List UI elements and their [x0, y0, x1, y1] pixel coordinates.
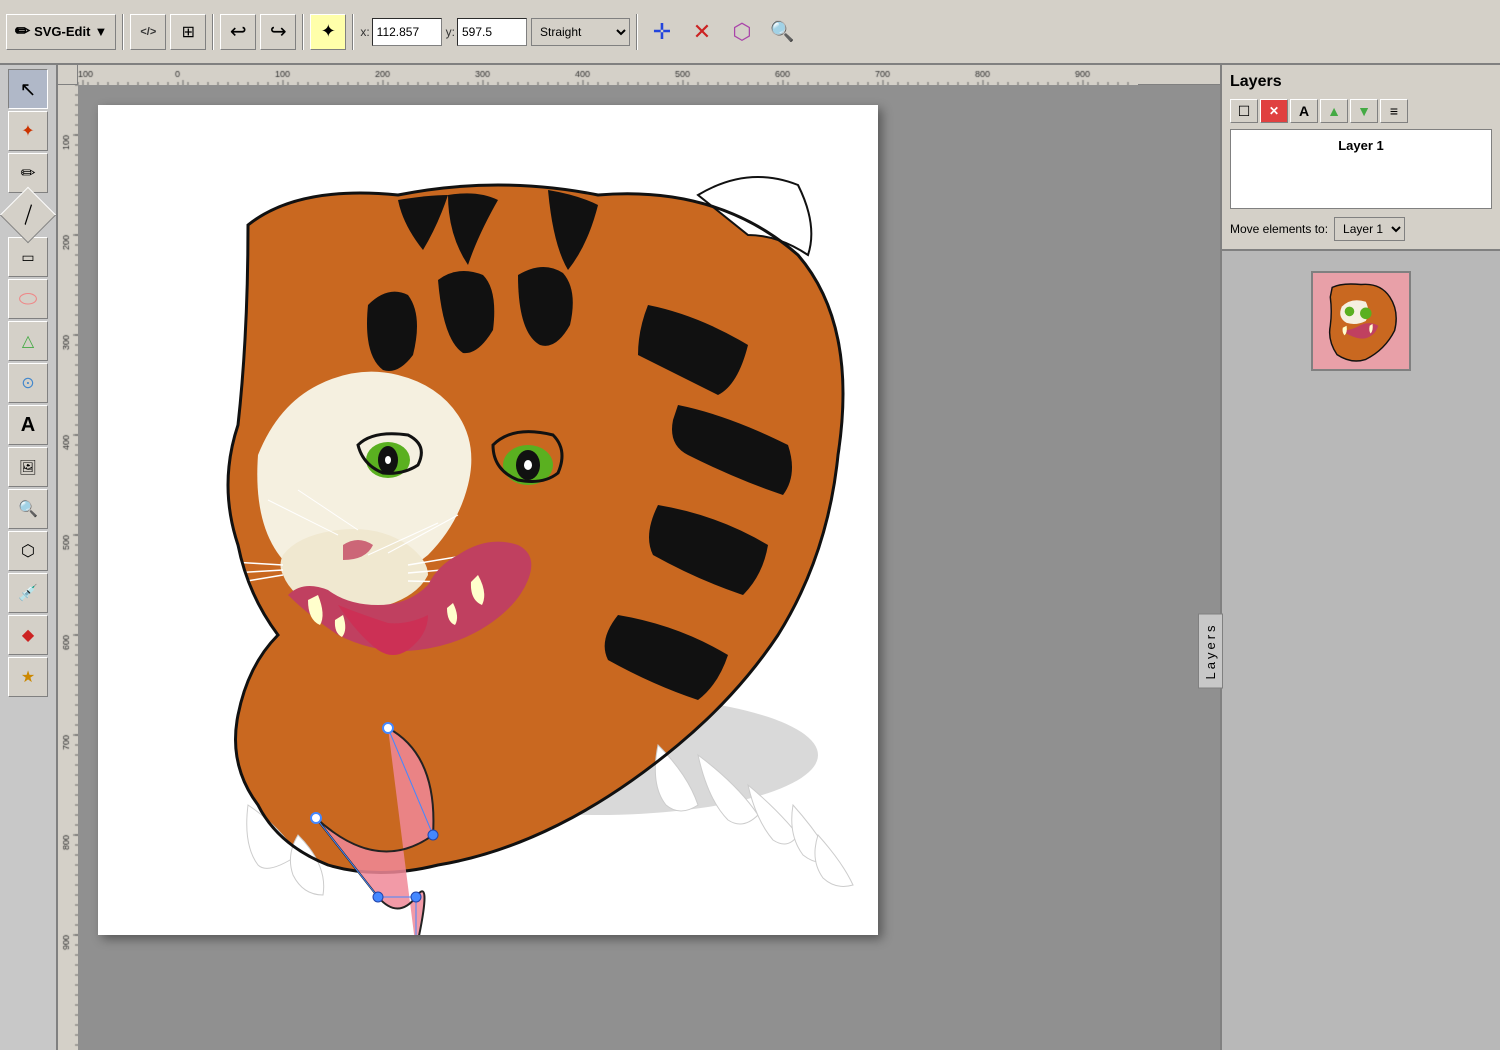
ruler-v-canvas [58, 85, 78, 1050]
ruler-h-canvas [78, 65, 1138, 85]
y-label: y: [446, 25, 455, 39]
canvas-bg [98, 105, 1148, 1050]
delete-layer-button[interactable]: ✕ [1260, 99, 1288, 123]
ellipse-tool-button[interactable]: ⬭ [8, 279, 48, 319]
horizontal-ruler [78, 65, 1220, 85]
canvas-settings-button[interactable]: ⊞ [170, 14, 206, 50]
delete-node-button[interactable]: ✕ [684, 14, 720, 50]
layers-title: Layers [1230, 73, 1492, 91]
layer-1-label: Layer 1 [1338, 138, 1384, 153]
svg-edit-arrow: ▼ [94, 24, 107, 39]
image-tool-button[interactable]: 🖼 [8, 447, 48, 487]
separator-2 [212, 14, 214, 50]
layers-side-tab[interactable]: Layers [1198, 613, 1223, 688]
move-elements-row: Move elements to: Layer 1 [1230, 217, 1492, 241]
canvas-wrapper [58, 65, 1220, 1050]
drawing-canvas[interactable] [98, 105, 878, 935]
node-edit-tool-button[interactable]: ✦ [8, 111, 48, 151]
cylinder-tool-button[interactable]: ⊙ [8, 363, 48, 403]
right-panel: Layers ☐ ✕ A ▲ ▼ ≡ Layer 1 Move elements… [1220, 65, 1500, 1050]
thumbnail-area [1222, 251, 1500, 391]
tiger-svg [98, 105, 878, 935]
layer-thumbnail [1311, 271, 1411, 371]
separator-1 [122, 14, 124, 50]
line-tool-button[interactable]: ╲ [0, 187, 56, 244]
move-layer-up-button[interactable]: ▲ [1320, 99, 1348, 123]
text-tool-button[interactable]: A [8, 405, 48, 445]
move-elements-label: Move elements to: [1230, 222, 1328, 236]
node-tool-button[interactable]: ✦ [310, 14, 346, 50]
left-toolbar: ↖ ✦ ✏ ╲ ▭ ⬭ △ ⊙ A 🖼 🔍 ⬡ 💉 ◆ ★ [0, 65, 58, 1050]
canvas-container[interactable] [78, 85, 1220, 1050]
zoom-fit-button[interactable]: 🔍 [764, 14, 800, 50]
polygon-tool-button[interactable]: ⬡ [8, 531, 48, 571]
x-label: x: [360, 25, 369, 39]
star-tool-button[interactable]: ★ [8, 657, 48, 697]
redo-button[interactable]: ↪ [260, 14, 296, 50]
main-toolbar: ✏ SVG-Edit ▼ </> ⊞ ↩ ↪ ✦ x: y: Straight … [0, 0, 1500, 65]
tiger-eye-shine-right [524, 460, 532, 470]
move-elements-select[interactable]: Layer 1 [1334, 217, 1405, 241]
xml-editor-button[interactable]: </> [130, 14, 166, 50]
rename-layer-button[interactable]: A [1290, 99, 1318, 123]
layer-1-item[interactable]: Layer 1 [1230, 129, 1492, 209]
separator-5 [636, 14, 638, 50]
layer-menu-button[interactable]: ≡ [1380, 99, 1408, 123]
undo-button[interactable]: ↩ [220, 14, 256, 50]
path-tool-button[interactable]: △ [8, 321, 48, 361]
x-input[interactable] [372, 18, 442, 46]
ruler-corner [58, 65, 78, 85]
node-segment-button[interactable]: ⬡ [724, 14, 760, 50]
main-area: ↖ ✦ ✏ ╲ ▭ ⬭ △ ⊙ A 🖼 🔍 ⬡ 💉 ◆ ★ [0, 65, 1500, 1050]
vertical-ruler [58, 85, 78, 1050]
select-tool-button[interactable]: ↖ [8, 69, 48, 109]
thumbnail-svg [1313, 273, 1409, 369]
y-coord-field: y: [446, 18, 527, 46]
svg-edit-label: SVG-Edit [34, 24, 90, 39]
layers-toolbar: ☐ ✕ A ▲ ▼ ≡ [1230, 99, 1492, 123]
tiger-eye-shine-left [385, 456, 391, 464]
x-coord-field: x: [360, 18, 441, 46]
fur-6 [815, 835, 853, 886]
separator-3 [302, 14, 304, 50]
y-input[interactable] [457, 18, 527, 46]
forehead-mark-1 [367, 292, 417, 371]
zoom-tool-button[interactable]: 🔍 [8, 489, 48, 529]
pencil-icon: ✏ [15, 21, 30, 42]
eyedropper-tool-button[interactable]: 💉 [8, 573, 48, 613]
layers-panel: Layers ☐ ✕ A ▲ ▼ ≡ Layer 1 Move elements… [1222, 65, 1500, 251]
move-layer-down-button[interactable]: ▼ [1350, 99, 1378, 123]
separator-4 [352, 14, 354, 50]
svg-edit-menu-button[interactable]: ✏ SVG-Edit ▼ [6, 14, 116, 50]
diamond-tool-button[interactable]: ◆ [8, 615, 48, 655]
add-node-button[interactable]: ✛ [644, 14, 680, 50]
segment-type-select[interactable]: Straight Curve Symmetric Auto-smooth [531, 18, 630, 46]
new-layer-button[interactable]: ☐ [1230, 99, 1258, 123]
